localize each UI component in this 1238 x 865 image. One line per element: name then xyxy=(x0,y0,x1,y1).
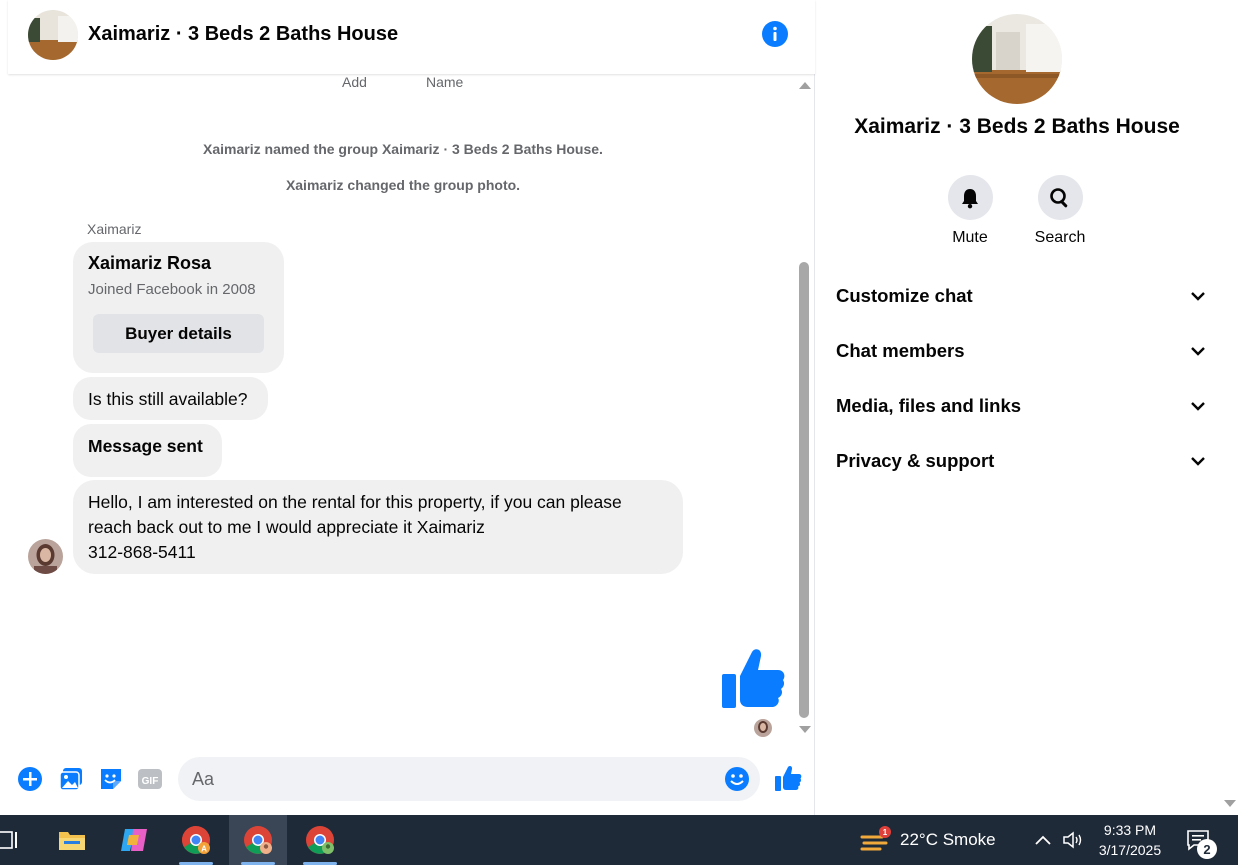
copilot-button[interactable] xyxy=(105,815,163,865)
message-bubble[interactable]: Is this still available? xyxy=(73,377,268,420)
photo-icon[interactable] xyxy=(58,766,84,792)
group-photo[interactable] xyxy=(972,14,1062,104)
info-icon[interactable] xyxy=(762,21,788,47)
task-view-icon xyxy=(0,831,17,849)
thumbs-up-icon xyxy=(722,649,785,708)
mute-label: Mute xyxy=(952,229,988,246)
buyer-details-button[interactable]: Buyer details xyxy=(93,314,264,353)
group-avatar[interactable] xyxy=(28,10,78,60)
chevron-up-icon[interactable] xyxy=(1032,830,1054,850)
messenger-window: Xaimariz · 3 Beds 2 Baths House Add Name… xyxy=(0,0,1238,815)
volume-icon[interactable] xyxy=(1062,830,1084,850)
message-bubble[interactable]: Hello, I am interested on the rental for… xyxy=(73,480,683,574)
message-input-box[interactable] xyxy=(178,757,760,801)
chat-header: Xaimariz · 3 Beds 2 Baths House xyxy=(8,0,815,74)
seen-avatar xyxy=(754,719,772,737)
like-button-icon[interactable] xyxy=(774,764,802,792)
file-explorer-button[interactable] xyxy=(43,815,101,865)
chrome-icon xyxy=(306,826,334,854)
chevron-down-icon xyxy=(1191,347,1205,356)
section-media-files-links[interactable]: Media, files and links xyxy=(836,386,1206,426)
sticker-icon[interactable] xyxy=(98,766,124,792)
copilot-icon xyxy=(121,829,147,851)
chat-title[interactable]: Xaimariz · 3 Beds 2 Baths House xyxy=(88,23,398,46)
section-privacy-support[interactable]: Privacy & support xyxy=(836,441,1206,481)
card-name: Xaimariz Rosa xyxy=(88,253,212,273)
section-customize-chat[interactable]: Customize chat xyxy=(836,276,1206,316)
card-subtitle: Joined Facebook in 2008 xyxy=(88,281,256,298)
clock-time: 9:33 PM xyxy=(1103,822,1157,838)
mute-button[interactable]: Mute xyxy=(925,175,1015,247)
chat-scrollbar[interactable] xyxy=(798,74,812,744)
message-text: Hello, I am interested on the rental for… xyxy=(88,492,622,537)
composer: GIF xyxy=(8,752,815,808)
message-input[interactable] xyxy=(192,767,712,791)
message-list[interactable]: Add Name Xaimariz named the group Xaimar… xyxy=(8,74,798,744)
scroll-thumb[interactable] xyxy=(799,262,809,718)
chrome-active-button[interactable] xyxy=(229,815,287,865)
chrome-profile-b-button[interactable] xyxy=(291,815,349,865)
side-scrollbar[interactable] xyxy=(1222,0,1238,815)
weather-smoke-icon: 1 xyxy=(860,826,891,851)
task-view-button[interactable] xyxy=(0,815,36,865)
conversation-details-panel: Xaimariz · 3 Beds 2 Baths House Mute Sea… xyxy=(816,0,1222,815)
weather-widget[interactable]: 1 22°C Smoke xyxy=(860,825,996,855)
search-icon xyxy=(1050,187,1068,207)
chevron-down-icon xyxy=(1191,457,1205,466)
chevron-down-icon xyxy=(1191,292,1205,301)
taskbar: A 1 22°C Smoke 9:33 PM 3/17/2025 xyxy=(0,815,1238,865)
chrome-profile-a-button[interactable]: A xyxy=(167,815,225,865)
svg-text:A: A xyxy=(201,845,207,854)
scroll-down-arrow[interactable] xyxy=(1224,800,1236,807)
scroll-up-arrow[interactable] xyxy=(799,82,811,89)
svg-text:GIF: GIF xyxy=(142,776,159,787)
section-chat-members[interactable]: Chat members xyxy=(836,331,1206,371)
scroll-down-arrow[interactable] xyxy=(799,726,811,733)
system-message: Xaimariz named the group Xaimariz · 3 Be… xyxy=(203,141,603,157)
name-label: Name xyxy=(426,74,464,90)
phone-number: 312-868-5411 xyxy=(88,542,196,562)
clock[interactable]: 9:33 PM 3/17/2025 xyxy=(1088,820,1172,860)
svg-text:1: 1 xyxy=(883,828,888,837)
emoji-icon[interactable] xyxy=(724,766,750,792)
gif-icon[interactable]: GIF xyxy=(137,766,163,792)
side-title: Xaimariz · 3 Beds 2 Baths House xyxy=(854,115,1180,138)
bell-icon xyxy=(962,188,978,208)
sender-avatar[interactable] xyxy=(28,539,63,574)
search-button[interactable]: Search xyxy=(1015,175,1105,247)
plus-icon[interactable] xyxy=(17,766,43,792)
chrome-icon: A xyxy=(182,826,210,854)
notification-count-badge: 2 xyxy=(1197,839,1217,859)
clock-date: 3/17/2025 xyxy=(1098,842,1162,858)
chrome-icon xyxy=(244,826,272,854)
message-bubble[interactable]: Message sent xyxy=(73,424,222,477)
sender-name: Xaimariz xyxy=(87,221,142,237)
folder-icon xyxy=(59,832,85,850)
system-message: Xaimariz changed the group photo. xyxy=(285,177,521,193)
weather-text: 22°C Smoke xyxy=(900,830,996,849)
search-label: Search xyxy=(1034,229,1086,246)
profile-card: Xaimariz Rosa Joined Facebook in 2008 Bu… xyxy=(73,242,284,373)
chat-panel: Xaimariz · 3 Beds 2 Baths House Add Name… xyxy=(8,0,815,815)
chevron-down-icon xyxy=(1191,402,1205,411)
add-label: Add xyxy=(342,74,367,90)
